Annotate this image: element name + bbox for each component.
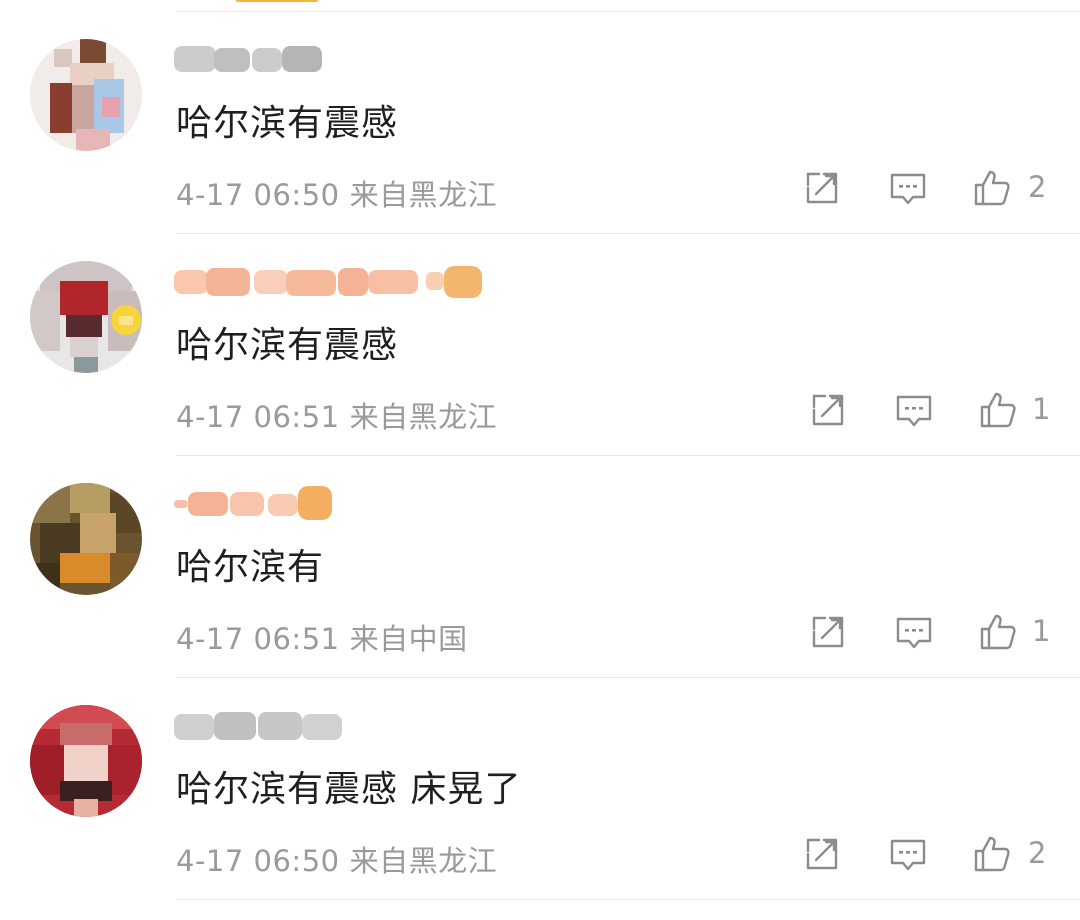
comment-time: 4-17 06:50 [176, 844, 340, 878]
comment-time: 4-17 06:50 [176, 178, 340, 212]
comment-meta: 4-17 06:50 来自黑龙江 [176, 172, 497, 214]
previous-item-edge [0, 0, 1080, 12]
comment-bubble-icon[interactable] [888, 834, 928, 874]
share-out-icon[interactable] [802, 168, 842, 208]
username-blurred[interactable] [174, 706, 344, 746]
comment-time: 4-17 06:51 [176, 400, 340, 434]
comment-item: 哈尔滨有震感 床晃了 4-17 06:50 来自黑龙江 2 [0, 678, 1080, 900]
comment-bubble-icon[interactable] [894, 612, 934, 652]
comment-meta: 4-17 06:50 来自黑龙江 [176, 838, 497, 880]
comment-source: 来自中国 [349, 622, 468, 656]
like-count: 2 [1028, 836, 1047, 870]
comment-meta: 4-17 06:51 来自中国 [176, 616, 468, 658]
share-out-icon[interactable] [802, 834, 842, 874]
comment-meta: 4-17 06:51 来自黑龙江 [176, 394, 497, 436]
avatar[interactable] [30, 39, 142, 151]
like-count: 1 [1032, 392, 1051, 426]
comment-text: 哈尔滨有震感 床晃了 [176, 769, 522, 810]
comment-text: 哈尔滨有 [176, 547, 325, 588]
like-count: 2 [1028, 170, 1047, 204]
comment-text: 哈尔滨有震感 [176, 325, 399, 366]
username-blurred[interactable] [174, 40, 324, 80]
comment-time: 4-17 06:51 [176, 622, 340, 656]
avatar[interactable] [30, 483, 142, 595]
avatar[interactable] [30, 705, 142, 817]
thumbs-up-icon[interactable] [978, 390, 1018, 430]
username-blurred[interactable] [174, 262, 484, 302]
thumbs-up-icon[interactable] [978, 612, 1018, 652]
like-count: 1 [1032, 614, 1051, 648]
thumbs-up-icon[interactable] [972, 168, 1012, 208]
comment-source: 来自黑龙江 [349, 844, 498, 878]
vip-badge-icon [110, 304, 142, 336]
share-out-icon[interactable] [808, 390, 848, 430]
comment-bubble-icon[interactable] [888, 168, 928, 208]
comment-item: 哈尔滨有震感 4-17 06:51 来自黑龙江 1 [0, 234, 1080, 456]
thumbs-up-icon[interactable] [972, 834, 1012, 874]
divider [176, 899, 1080, 900]
share-out-icon[interactable] [808, 612, 848, 652]
comment-item: 哈尔滨有 4-17 06:51 来自中国 1 [0, 456, 1080, 678]
previous-item-tab [236, 0, 318, 2]
username-blurred[interactable] [174, 484, 334, 524]
comment-text: 哈尔滨有震感 [176, 103, 399, 144]
comment-source: 来自黑龙江 [349, 400, 498, 434]
comment-bubble-icon[interactable] [894, 390, 934, 430]
comment-source: 来自黑龙江 [349, 178, 498, 212]
comment-item: 哈尔滨有震感 4-17 06:50 来自黑龙江 2 [0, 12, 1080, 234]
